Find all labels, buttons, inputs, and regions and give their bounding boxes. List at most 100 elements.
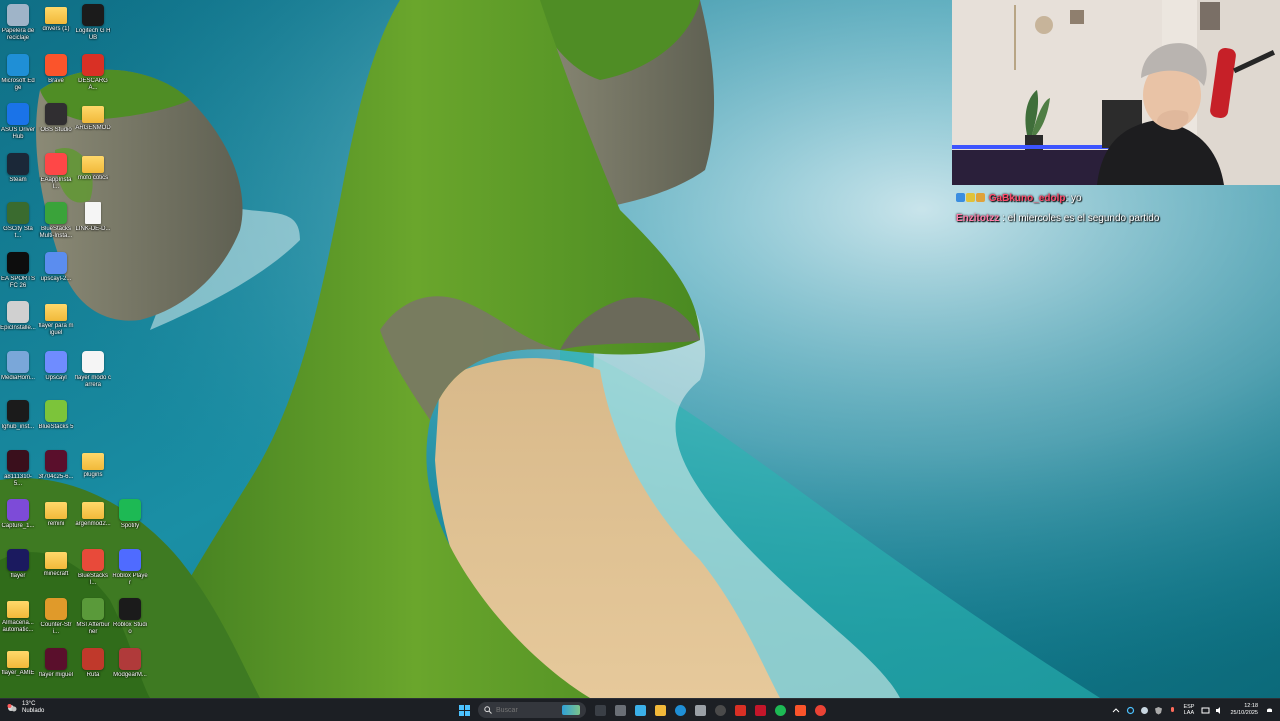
- taskbar-app-button[interactable]: [731, 701, 749, 719]
- desktop-icon[interactable]: argenmod2...: [75, 499, 111, 528]
- desktop-icon[interactable]: Microsoft Edge: [0, 53, 36, 92]
- notification-bell-icon[interactable]: [1264, 705, 1274, 715]
- desktop-icon-label: flayer: [10, 572, 26, 579]
- after-effects-icon: [7, 548, 29, 571]
- chevron-up-icon[interactable]: [1111, 705, 1121, 715]
- desktop-icon-label: OBS Studio: [40, 127, 72, 133]
- chat-message: Enzitotzz : el miercoles es el segundo p…: [956, 210, 1276, 230]
- taskbar-app-button[interactable]: [631, 701, 649, 719]
- weather-widget[interactable]: 13°C Nublado: [6, 701, 44, 715]
- volume-icon[interactable]: [1214, 705, 1224, 715]
- clock[interactable]: 12:18 25/10/2025: [1230, 703, 1258, 717]
- taskbar-app-button[interactable]: [771, 701, 789, 719]
- taskbar-app-button[interactable]: [811, 701, 829, 719]
- desktop-icon[interactable]: Roblox Studio: [112, 598, 148, 636]
- desktop-icon-label: Almacena... automatic...: [2, 620, 34, 633]
- desktop-icon[interactable]: flayer: [0, 548, 36, 580]
- taskbar-app-button[interactable]: [791, 701, 809, 719]
- desktop-icon[interactable]: Counter-Stri...: [38, 598, 74, 636]
- desktop-icon-label: BlueStacks Multi-Insta...: [39, 226, 73, 239]
- msi-icon: [754, 704, 766, 716]
- taskbar-app-button[interactable]: [711, 701, 729, 719]
- desktop-icon[interactable]: BlueStacks 5: [38, 400, 74, 431]
- desktop-icon[interactable]: OBS Studio: [38, 103, 74, 134]
- desktop-icon[interactable]: flayer_AMIE: [0, 648, 36, 677]
- desktop-icon[interactable]: Roblox Player: [112, 548, 148, 587]
- desktop-icon[interactable]: Brave: [38, 53, 74, 85]
- desktop-icon[interactable]: BlueStacksI...: [75, 548, 111, 587]
- desktop-icon[interactable]: Almacena... automatic...: [0, 598, 36, 634]
- badge-icon: [976, 193, 985, 202]
- folder-icon: [45, 304, 67, 321]
- desktop-icon[interactable]: Upscayl: [38, 350, 74, 382]
- desktop-icon[interactable]: BlueStacks Multi-Insta...: [38, 202, 74, 240]
- desktop-icon[interactable]: Papelera de reciclaje: [0, 4, 36, 42]
- brave-icon: [45, 53, 67, 76]
- microphone-icon[interactable]: [1167, 705, 1177, 715]
- cloud-weather-icon: [7, 704, 17, 712]
- system-tray: ESP LAA 12:18 25/10/2025: [1109, 701, 1276, 719]
- image-file-icon: [45, 449, 67, 472]
- desktop-icon[interactable]: MSI Afterburner: [75, 598, 111, 636]
- desktop-icon[interactable]: Logitech G HUB: [75, 4, 111, 42]
- desktop-icon[interactable]: Ruta: [75, 647, 111, 679]
- desktop-icon[interactable]: EpicInstalle...: [0, 301, 36, 332]
- taskbar-app-button[interactable]: [611, 701, 629, 719]
- taskbar-app-button[interactable]: [651, 701, 669, 719]
- desktop-icon[interactable]: remini: [38, 499, 74, 528]
- taskbar-app-button[interactable]: [691, 701, 709, 719]
- desktop-icon-label: GSCity Stat...: [3, 226, 33, 239]
- desktop-icon-label: Microsoft Edge: [1, 77, 35, 91]
- desktop-icon-label: Brave: [48, 77, 64, 84]
- desktop-icon[interactable]: flayer para miguel: [38, 301, 74, 337]
- taskbar-search[interactable]: [478, 702, 586, 718]
- desktop-icon[interactable]: ARGENMOD: [75, 103, 111, 132]
- desktop-icon[interactable]: mofo cotics: [75, 153, 111, 182]
- desktop-icon[interactable]: flayer modo carrera: [75, 350, 111, 389]
- desktop-icon[interactable]: drivers (1): [38, 4, 74, 33]
- desktop-icon[interactable]: 3f704c25-6...: [38, 449, 74, 481]
- desktop-icon[interactable]: MediaHom...: [0, 350, 36, 382]
- media-home-icon: [7, 350, 29, 373]
- desktop-icon[interactable]: lghub_inst...: [0, 400, 36, 431]
- start-button[interactable]: [455, 701, 473, 719]
- sync-icon[interactable]: [1125, 705, 1135, 715]
- steam-tray-icon[interactable]: [1139, 705, 1149, 715]
- desktop-icon[interactable]: GSCity Stat...: [0, 202, 36, 240]
- desktop-icon[interactable]: upscayl-2...: [38, 251, 74, 283]
- upscayl-icon: [45, 350, 67, 373]
- desktop-icon-label: ModgearM...: [113, 671, 147, 678]
- taskbar-app-button[interactable]: [671, 701, 689, 719]
- stream-chat: GaBkuno_edolp: yo Enzitotzz : el miercol…: [956, 190, 1276, 230]
- desktop-icon[interactable]: ASUS DriverHub: [0, 103, 36, 141]
- desktop-icon[interactable]: EA SPORTS FC 26: [0, 251, 36, 290]
- desktop-icon[interactable]: EAappInstal...: [38, 152, 74, 191]
- desktop-icon[interactable]: plugins: [75, 450, 111, 479]
- desktop-icon[interactable]: Spotify: [112, 499, 148, 530]
- clock-time: 12:18: [1244, 703, 1258, 709]
- search-input[interactable]: [496, 706, 566, 714]
- bluestacks-icon: [45, 400, 67, 422]
- shield-icon[interactable]: [1153, 705, 1163, 715]
- desktop-icon[interactable]: Capture_1...: [0, 499, 36, 530]
- taskbar: 13°C Nublado ESP LAA: [0, 698, 1280, 721]
- desktop-icon[interactable]: flayer miguel: [38, 647, 74, 679]
- taskbar-app-button[interactable]: [751, 701, 769, 719]
- desktop-icon[interactable]: a8111310-5...: [0, 449, 36, 488]
- folder-icon: [82, 452, 104, 470]
- network-icon[interactable]: [1200, 705, 1210, 715]
- windows-icon: [458, 704, 470, 716]
- desktop-icon[interactable]: minecraft: [38, 549, 74, 578]
- taskbar-apps: [590, 701, 830, 719]
- badge-icon: [966, 193, 975, 202]
- language-indicator[interactable]: ESP LAA: [1183, 704, 1194, 716]
- recycle-bin-icon: [7, 4, 29, 26]
- pen-icon: [694, 704, 706, 716]
- desktop-icon[interactable]: DESCARGA...: [75, 53, 111, 92]
- desktop-icon[interactable]: LINK-DE-D...: [75, 202, 111, 233]
- desktop-icon-label: Upscayl: [45, 374, 67, 381]
- ea-sports-fc-icon: [7, 251, 29, 274]
- taskbar-app-button[interactable]: [591, 701, 609, 719]
- desktop-icon[interactable]: Steam: [0, 152, 36, 184]
- desktop-icon[interactable]: ModgearM...: [112, 647, 148, 679]
